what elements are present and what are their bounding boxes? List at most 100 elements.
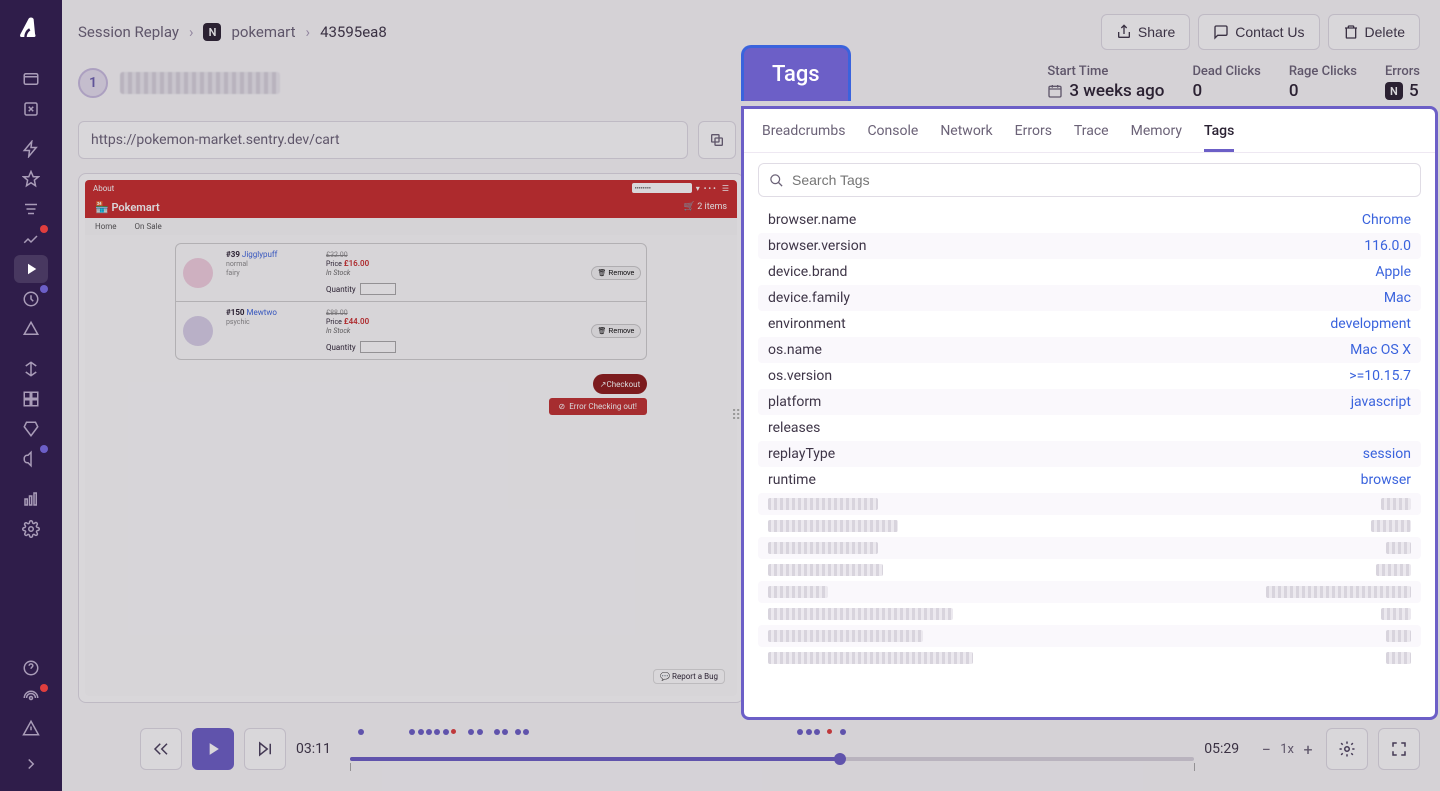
issues-icon[interactable] <box>14 95 48 123</box>
sentry-logo[interactable] <box>13 10 49 46</box>
timeline[interactable] <box>350 729 1194 769</box>
copy-url-button[interactable] <box>698 121 736 159</box>
star-icon[interactable] <box>14 165 48 193</box>
search-icon <box>769 173 784 188</box>
profiling-icon[interactable] <box>14 195 48 223</box>
tag-row[interactable]: device.family Mac <box>758 285 1421 311</box>
tag-value[interactable]: development <box>1330 316 1411 332</box>
tab-tags[interactable]: Tags <box>1204 123 1234 152</box>
broadcast-icon[interactable] <box>14 684 48 712</box>
settings-icon[interactable] <box>14 515 48 543</box>
checkout-button: ↗Checkout <box>593 374 647 394</box>
help-icon[interactable] <box>14 654 48 682</box>
tag-row[interactable]: browser.version 116.0.0 <box>758 233 1421 259</box>
tag-key: browser.name <box>768 212 856 228</box>
resize-handle[interactable]: ⠿ <box>731 408 742 424</box>
tab-breadcrumbs[interactable]: Breadcrumbs <box>762 123 845 152</box>
tag-row[interactable]: runtimebrowser <box>758 467 1421 493</box>
replay-navbar: 🏪 Pokemart 🛒 2 items <box>85 196 737 218</box>
tags-tab-callout: Tags <box>741 45 851 101</box>
url-bar[interactable]: https://pokemon-market.sentry.dev/cart <box>78 121 688 159</box>
tag-key: platform <box>768 394 821 410</box>
start-time-label: Start Time <box>1047 64 1164 79</box>
tag-value[interactable]: >=10.15.7 <box>1349 368 1411 384</box>
replay-topbar: About ••••••••▾•••☰ <box>85 180 737 196</box>
tag-key: device.family <box>768 290 850 306</box>
errors-value: 5 <box>1409 81 1419 101</box>
tag-row[interactable]: replayType session <box>758 441 1421 467</box>
tag-value[interactable]: Mac OS X <box>1350 342 1411 358</box>
tag-value[interactable]: Apple <box>1375 264 1411 280</box>
tag-row-redacted <box>758 537 1421 559</box>
breadcrumb: Session Replay › N pokemart › 43595ea8 <box>78 23 387 41</box>
tag-row[interactable]: platform javascript <box>758 389 1421 415</box>
tab-trace[interactable]: Trace <box>1074 123 1109 152</box>
play-button[interactable] <box>192 728 234 770</box>
speed-control[interactable]: −1x+ <box>1258 740 1316 759</box>
tag-value[interactable]: browser <box>1361 472 1411 488</box>
start-time-value: 3 weeks ago <box>1069 81 1164 101</box>
skip-button[interactable] <box>244 728 286 770</box>
crons-icon[interactable] <box>14 285 48 313</box>
tab-errors[interactable]: Errors <box>1015 123 1052 152</box>
report-bug-button: 💬 Report a Bug <box>653 669 725 684</box>
tag-row[interactable]: device.brandApple <box>758 259 1421 285</box>
replays-icon[interactable] <box>14 255 48 283</box>
tag-row-redacted <box>758 559 1421 581</box>
breadcrumb-root[interactable]: Session Replay <box>78 23 179 41</box>
discover-icon[interactable] <box>14 355 48 383</box>
errors-label: Errors <box>1385 64 1420 79</box>
alerts-icon[interactable] <box>14 315 48 343</box>
tag-key: replayType <box>768 446 835 462</box>
tag-value[interactable]: session <box>1363 446 1411 462</box>
breadcrumb-project[interactable]: pokemart <box>231 23 295 41</box>
performance-icon[interactable] <box>14 135 48 163</box>
tag-value[interactable]: 116.0.0 <box>1364 238 1411 254</box>
playback-controls: 03:11 05:29 −1x+ <box>140 719 1420 779</box>
announce-icon[interactable] <box>14 445 48 473</box>
dead-clicks-value: 0 <box>1192 81 1260 101</box>
stats-icon[interactable] <box>14 485 48 513</box>
warning-icon[interactable] <box>14 714 48 742</box>
tag-key: browser.version <box>768 238 866 254</box>
tag-row[interactable]: os.nameMac OS X <box>758 337 1421 363</box>
tag-row[interactable]: os.version>=10.15.7 <box>758 363 1421 389</box>
avatar: 1 <box>78 68 108 98</box>
delete-button[interactable]: Delete <box>1328 14 1420 50</box>
rage-clicks-value: 0 <box>1289 81 1357 101</box>
fullscreen-button[interactable] <box>1378 728 1420 770</box>
tag-value[interactable]: javascript <box>1351 394 1411 410</box>
tag-row-redacted <box>758 603 1421 625</box>
search-tags-input[interactable] <box>758 163 1421 197</box>
current-time: 03:11 <box>296 741 340 757</box>
tag-row-redacted <box>758 581 1421 603</box>
tag-key: environment <box>768 316 846 332</box>
panel-tabs: Breadcrumbs Console Network Errors Trace… <box>744 109 1435 153</box>
projects-icon[interactable] <box>14 65 48 93</box>
dashboards-icon[interactable] <box>14 385 48 413</box>
left-sidebar <box>0 0 62 791</box>
share-button[interactable]: Share <box>1101 14 1190 50</box>
tag-row[interactable]: environment development <box>758 311 1421 337</box>
breadcrumb-id: 43595ea8 <box>320 23 387 41</box>
tag-row[interactable]: releases <box>758 415 1421 441</box>
tag-value[interactable]: Chrome <box>1362 212 1411 228</box>
metrics-icon[interactable] <box>14 225 48 253</box>
releases-icon[interactable] <box>14 415 48 443</box>
tab-memory[interactable]: Memory <box>1131 123 1182 152</box>
settings-button[interactable] <box>1326 728 1368 770</box>
tab-console[interactable]: Console <box>867 123 918 152</box>
tag-row-redacted <box>758 493 1421 515</box>
total-time: 05:29 <box>1204 741 1248 757</box>
project-icon: N <box>203 23 221 41</box>
dead-clicks-label: Dead Clicks <box>1192 64 1260 79</box>
error-banner: ⊘ Error Checking out! <box>549 398 647 415</box>
contact-button[interactable]: Contact Us <box>1198 14 1319 50</box>
collapse-icon[interactable] <box>14 750 48 778</box>
rewind-button[interactable] <box>140 728 182 770</box>
tag-row[interactable]: browser.name Chrome <box>758 207 1421 233</box>
user-name-redacted <box>120 72 280 94</box>
tab-network[interactable]: Network <box>940 123 992 152</box>
tags-panel: Breadcrumbs Console Network Errors Trace… <box>741 106 1438 720</box>
tag-value[interactable]: Mac <box>1384 290 1411 306</box>
